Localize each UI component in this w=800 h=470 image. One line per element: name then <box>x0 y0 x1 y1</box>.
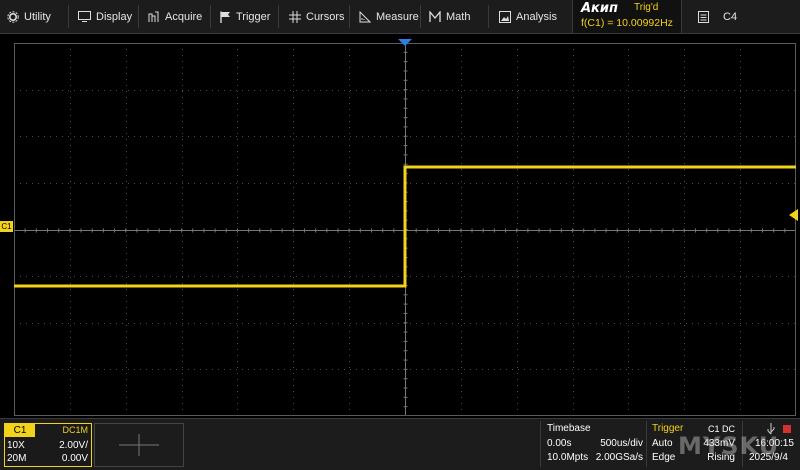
channel-1-trace <box>14 165 796 288</box>
monitor-icon <box>78 11 91 22</box>
trigger-type: Edge <box>652 452 676 463</box>
menu-trigger[interactable]: Trigger <box>220 0 270 33</box>
trigger-mode: Auto <box>652 438 673 449</box>
menu-display-label: Display <box>96 10 133 23</box>
acquire-icon <box>148 11 159 22</box>
gear-icon <box>7 10 19 23</box>
add-channel-button[interactable] <box>94 423 184 467</box>
menu-analysis[interactable]: Analysis <box>499 0 557 33</box>
trigger-state: Trig'd <box>634 2 659 13</box>
channel-c1-marker[interactable]: C1 <box>0 221 13 232</box>
list-icon <box>698 10 709 23</box>
channel-1-tag: C1 <box>5 424 35 437</box>
math-icon <box>429 10 441 22</box>
frequency-readout: f(C1) = 10.00992Hz <box>581 17 673 29</box>
memory-depth: 10.0Mpts <box>547 452 589 463</box>
timebase-panel[interactable]: Timebase 0.00s 500us/div 10.0Mpts 2.00GS… <box>540 421 645 467</box>
volts-per-div: 2.00V/ <box>59 440 88 451</box>
menu-cursors-label: Cursors <box>306 10 345 23</box>
bandwidth-limit: 20M <box>7 453 27 464</box>
timebase-title: Timebase <box>547 423 591 434</box>
menu-measure-label: Measure <box>376 10 419 23</box>
record-indicator-icon <box>783 425 791 433</box>
menu-utility-label: Utility <box>24 10 51 23</box>
menu-cursors[interactable]: Cursors <box>289 0 345 33</box>
plus-icon <box>119 434 159 456</box>
menu-acquire-label: Acquire <box>165 10 203 23</box>
menu-utility[interactable]: Utility <box>7 0 51 33</box>
brand-logo: Акип <box>581 1 618 16</box>
channel-offset: 0.00V <box>61 453 88 464</box>
menu-math-label: Math <box>446 10 471 23</box>
image-icon <box>499 10 511 23</box>
channel-c4-label[interactable]: C4 <box>723 0 737 33</box>
menu-acquire[interactable]: Acquire <box>148 0 202 33</box>
cursors-icon <box>289 10 301 23</box>
menu-trigger-label: Trigger <box>236 10 271 23</box>
probe-ratio: 10X <box>7 440 25 451</box>
channel-1-panel[interactable]: C1 DC1M 10X 2.00V/ 20M 0.00V <box>4 423 92 467</box>
menu-measure[interactable]: Measure <box>359 0 419 33</box>
menu-display[interactable]: Display <box>78 0 132 33</box>
menu-analysis-label: Analysis <box>516 10 557 23</box>
flag-icon <box>220 11 230 23</box>
watermark: MYSKU <box>678 432 780 460</box>
status-box: Акип Trig'd f(C1) = 10.00992Hz <box>572 0 682 33</box>
coupling: DC1M <box>62 425 88 435</box>
menu-math[interactable]: Math <box>429 0 470 33</box>
history-button[interactable] <box>698 0 714 33</box>
menu-bar: Utility Display Acquire Trigger Cursors … <box>0 0 800 34</box>
sample-rate: 2.00GSa/s <box>595 452 643 463</box>
timebase-scale: 500us/div <box>600 438 643 449</box>
timebase-delay: 0.00s <box>547 438 572 449</box>
ruler-icon <box>359 10 371 22</box>
